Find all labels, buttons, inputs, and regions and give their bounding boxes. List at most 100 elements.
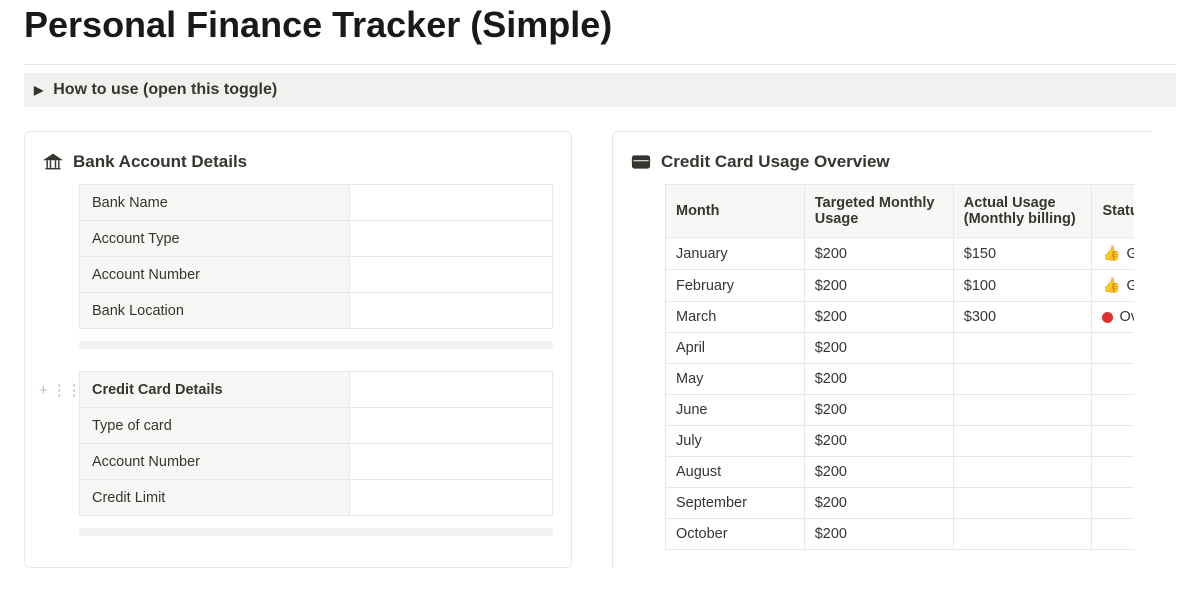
table-row[interactable]: Credit Card Details xyxy=(80,372,553,408)
actual-cell[interactable]: $100 xyxy=(953,270,1092,302)
status-label: Good xyxy=(1127,278,1134,294)
toggle-triangle-icon: ▶ xyxy=(34,83,43,97)
horizontal-scrollbar[interactable] xyxy=(79,528,553,536)
actual-cell[interactable] xyxy=(953,395,1092,426)
month-cell: April xyxy=(666,333,805,364)
table-row[interactable]: Type of card xyxy=(80,408,553,444)
target-cell[interactable]: $200 xyxy=(804,426,953,457)
credit-card-details-table: Credit Card Details Type of card Account… xyxy=(79,371,553,516)
status-cell: 👍 Good xyxy=(1092,270,1134,302)
thumbs-up-icon: 👍 xyxy=(1102,277,1120,294)
target-cell[interactable]: $200 xyxy=(804,238,953,270)
bank-details-table: Bank Name Account Type Account Number Ba… xyxy=(79,184,553,329)
table-row[interactable]: Credit Limit xyxy=(80,480,553,516)
column-header-target: Targeted Monthly Usage xyxy=(804,185,953,238)
target-cell[interactable]: $200 xyxy=(804,395,953,426)
bank-account-card: Bank Account Details Bank Name Account T… xyxy=(24,131,572,568)
table-row[interactable]: January $200 $150 👍 Good xyxy=(666,238,1135,270)
empty-cell[interactable] xyxy=(350,372,553,408)
key-cell: Bank Name xyxy=(80,185,350,221)
month-cell: July xyxy=(666,426,805,457)
status-label: Good xyxy=(1127,246,1134,262)
month-cell: February xyxy=(666,270,805,302)
credit-card-icon xyxy=(631,152,651,172)
column-header-status: Status xyxy=(1092,185,1134,238)
table-row[interactable]: June $200 xyxy=(666,395,1135,426)
table-row[interactable]: February $200 $100 👍 Good xyxy=(666,270,1135,302)
key-cell: Credit Limit xyxy=(80,480,350,516)
actual-cell[interactable]: $150 xyxy=(953,238,1092,270)
actual-cell[interactable] xyxy=(953,426,1092,457)
value-cell[interactable] xyxy=(350,444,553,480)
target-cell[interactable]: $200 xyxy=(804,270,953,302)
key-cell: Account Number xyxy=(80,444,350,480)
target-cell[interactable]: $200 xyxy=(804,302,953,333)
column-header-actual: Actual Usage (Monthly billing) xyxy=(953,185,1092,238)
add-block-icon[interactable]: + xyxy=(39,382,48,399)
table-row[interactable]: April $200 xyxy=(666,333,1135,364)
table-row[interactable]: March $200 $300 Overs xyxy=(666,302,1135,333)
horizontal-scrollbar[interactable] xyxy=(79,341,553,349)
target-cell[interactable]: $200 xyxy=(804,333,953,364)
table-row[interactable]: Account Number xyxy=(80,444,553,480)
value-cell[interactable] xyxy=(350,221,553,257)
table-row[interactable]: Account Type xyxy=(80,221,553,257)
table-row[interactable]: September $200 xyxy=(666,488,1135,519)
table-row[interactable]: Account Number xyxy=(80,257,553,293)
credit-usage-table: Month Targeted Monthly Usage Actual Usag… xyxy=(665,184,1134,550)
status-cell xyxy=(1092,426,1134,457)
bank-account-header: Bank Account Details xyxy=(43,146,553,184)
month-cell: January xyxy=(666,238,805,270)
target-cell[interactable]: $200 xyxy=(804,364,953,395)
month-cell: October xyxy=(666,519,805,550)
credit-usage-header: Credit Card Usage Overview xyxy=(631,146,1134,184)
actual-cell[interactable] xyxy=(953,364,1092,395)
table-row[interactable]: July $200 xyxy=(666,426,1135,457)
drag-handle-icon[interactable]: ⋮⋮ xyxy=(52,381,82,399)
divider xyxy=(24,64,1176,65)
credit-usage-card: Credit Card Usage Overview Month Targete… xyxy=(612,131,1152,568)
target-cell[interactable]: $200 xyxy=(804,457,953,488)
table-row[interactable]: August $200 xyxy=(666,457,1135,488)
status-cell: 👍 Good xyxy=(1092,238,1134,270)
table-row[interactable]: Bank Location xyxy=(80,293,553,329)
column-header-month: Month xyxy=(666,185,805,238)
status-cell: Overs xyxy=(1092,302,1134,333)
table-row[interactable]: Bank Name xyxy=(80,185,553,221)
key-cell: Account Number xyxy=(80,257,350,293)
status-cell xyxy=(1092,488,1134,519)
target-cell[interactable]: $200 xyxy=(804,488,953,519)
section-title-cell: Credit Card Details xyxy=(80,372,350,408)
status-cell xyxy=(1092,519,1134,550)
actual-cell[interactable]: $300 xyxy=(953,302,1092,333)
value-cell[interactable] xyxy=(350,185,553,221)
bank-account-title: Bank Account Details xyxy=(73,152,247,172)
status-label: Overs xyxy=(1119,309,1134,325)
actual-cell[interactable] xyxy=(953,519,1092,550)
status-cell xyxy=(1092,395,1134,426)
table-row[interactable]: May $200 xyxy=(666,364,1135,395)
month-cell: August xyxy=(666,457,805,488)
key-cell: Type of card xyxy=(80,408,350,444)
value-cell[interactable] xyxy=(350,293,553,329)
month-cell: September xyxy=(666,488,805,519)
actual-cell[interactable] xyxy=(953,488,1092,519)
page-title: Personal Finance Tracker (Simple) xyxy=(24,0,1176,64)
how-to-use-toggle[interactable]: ▶ How to use (open this toggle) xyxy=(24,73,1176,107)
target-cell[interactable]: $200 xyxy=(804,519,953,550)
actual-cell[interactable] xyxy=(953,333,1092,364)
value-cell[interactable] xyxy=(350,408,553,444)
table-row[interactable]: October $200 xyxy=(666,519,1135,550)
key-cell: Account Type xyxy=(80,221,350,257)
value-cell[interactable] xyxy=(350,480,553,516)
credit-usage-title: Credit Card Usage Overview xyxy=(661,152,890,172)
status-cell xyxy=(1092,457,1134,488)
actual-cell[interactable] xyxy=(953,457,1092,488)
month-cell: June xyxy=(666,395,805,426)
key-cell: Bank Location xyxy=(80,293,350,329)
bank-icon xyxy=(43,152,63,172)
value-cell[interactable] xyxy=(350,257,553,293)
toggle-label: How to use (open this toggle) xyxy=(53,81,277,99)
month-cell: May xyxy=(666,364,805,395)
thumbs-up-icon: 👍 xyxy=(1102,245,1120,262)
